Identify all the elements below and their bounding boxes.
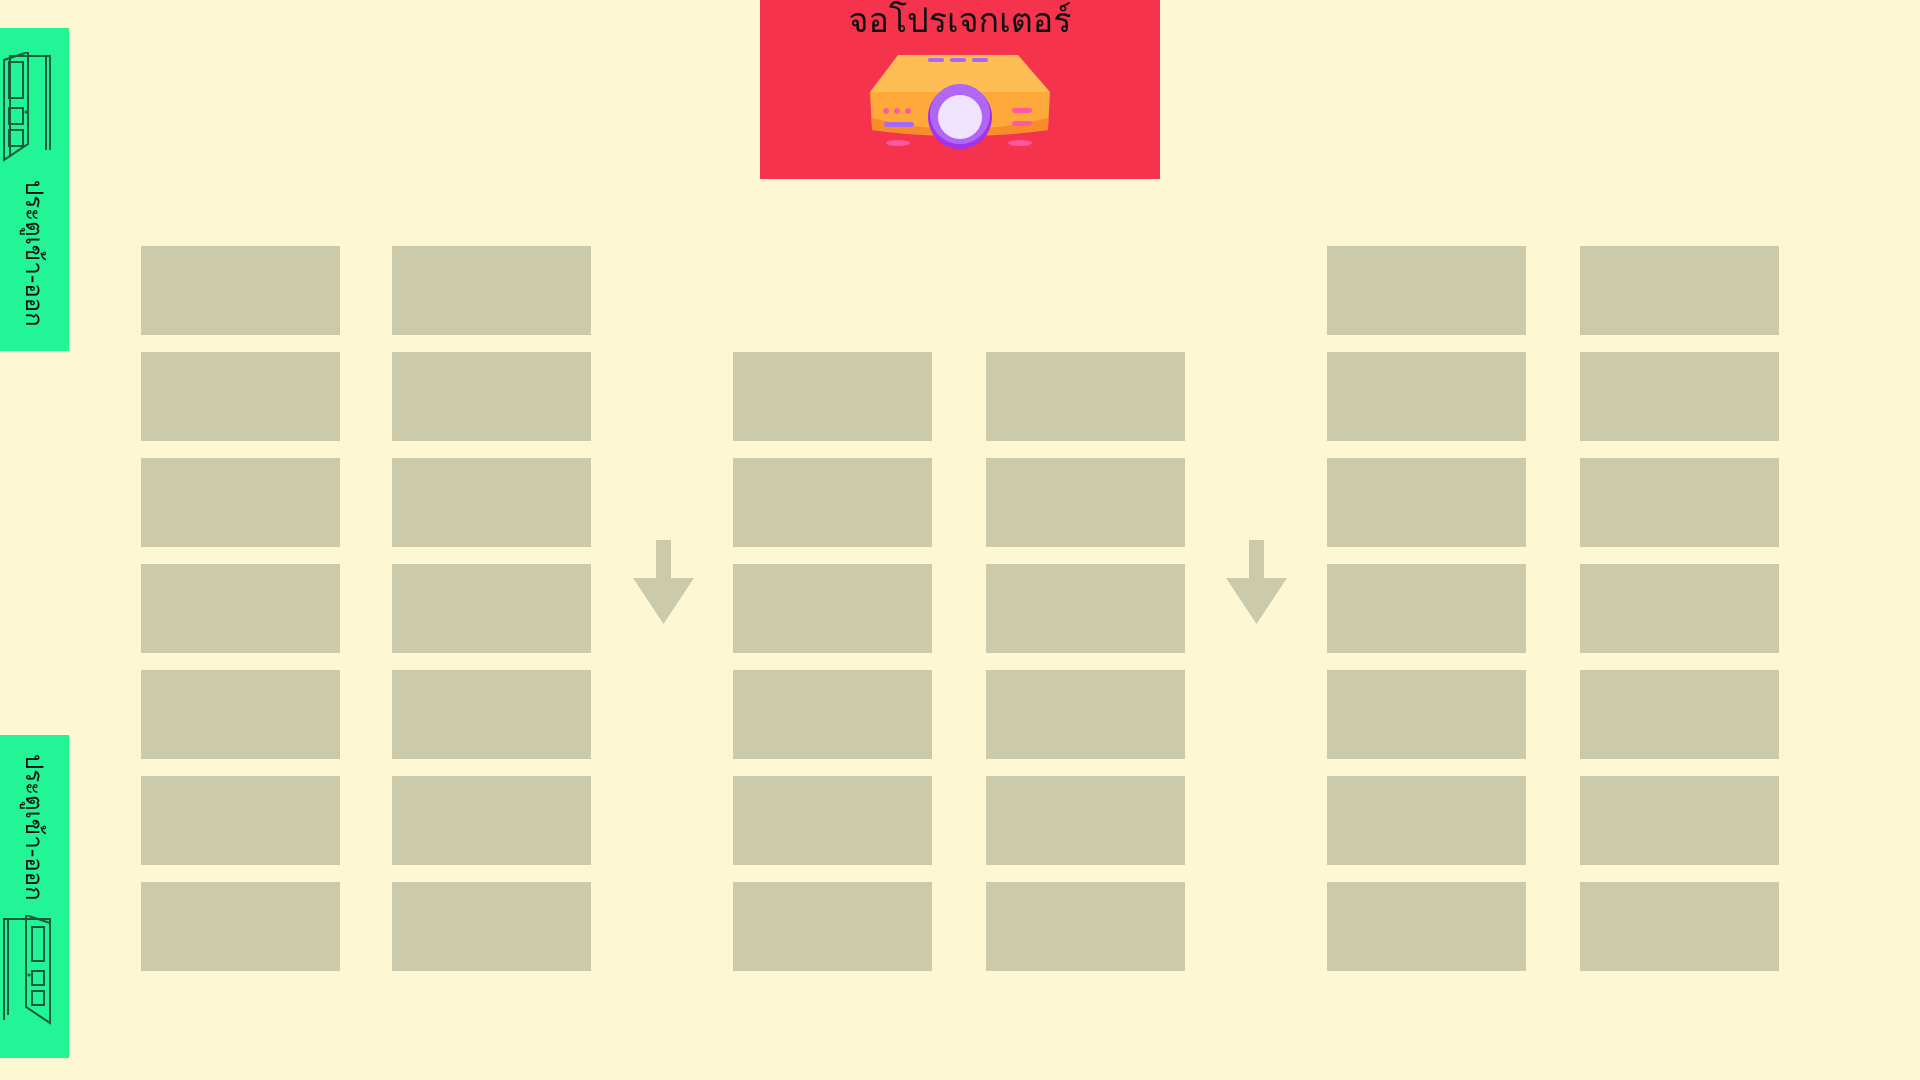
seat-right-c5-r3 <box>1327 458 1526 547</box>
seat-right-c6-r4 <box>1580 564 1779 653</box>
seat-left-c2-r7 <box>392 882 591 971</box>
seat-left-c1-r7 <box>141 882 340 971</box>
seat-right-c6-r5 <box>1580 670 1779 759</box>
door-bottom: ประตูเข้า-ออก <box>0 735 69 1058</box>
door-label: ประตูเข้า-ออก <box>20 754 48 901</box>
arrow-down-icon <box>633 540 694 624</box>
seat-center-c4-r5 <box>986 776 1185 865</box>
seat-left-c1-r4 <box>141 564 340 653</box>
seat-right-c5-r5 <box>1327 670 1526 759</box>
seat-center-c3-r5 <box>733 776 932 865</box>
seat-right-c5-r7 <box>1327 882 1526 971</box>
seat-right-c5-r1 <box>1327 246 1526 335</box>
seat-left-c1-r6 <box>141 776 340 865</box>
seat-right-c6-r6 <box>1580 776 1779 865</box>
seat-center-c3-r2 <box>733 458 932 547</box>
seat-left-c2-r1 <box>392 246 591 335</box>
seat-right-c6-r7 <box>1580 882 1779 971</box>
seat-center-c4-r4 <box>986 670 1185 759</box>
seat-right-c6-r2 <box>1580 352 1779 441</box>
door-icon <box>3 52 51 162</box>
seat-left-c2-r2 <box>392 352 591 441</box>
seat-center-c4-r2 <box>986 458 1185 547</box>
door-label: ประตูเข้า-ออก <box>20 179 48 327</box>
seat-right-c5-r6 <box>1327 776 1526 865</box>
seat-center-c3-r1 <box>733 352 932 441</box>
seat-center-c3-r4 <box>733 670 932 759</box>
projector-icon <box>870 55 1050 149</box>
seat-center-c3-r3 <box>733 564 932 653</box>
seat-right-c5-r4 <box>1327 564 1526 653</box>
seat-left-c2-r4 <box>392 564 591 653</box>
seat-left-c1-r3 <box>141 458 340 547</box>
seat-right-c6-r3 <box>1580 458 1779 547</box>
seat-left-c1-r1 <box>141 246 340 335</box>
seat-left-c1-r2 <box>141 352 340 441</box>
seat-center-c3-r6 <box>733 882 932 971</box>
projector-screen: จอโปรเจกเตอร์ <box>760 0 1160 179</box>
seat-center-c4-r6 <box>986 882 1185 971</box>
seat-left-c2-r6 <box>392 776 591 865</box>
screen-title: จอโปรเจกเตอร์ <box>848 1 1072 41</box>
seat-right-c6-r1 <box>1580 246 1779 335</box>
door-icon <box>3 915 51 1025</box>
seat-center-c4-r3 <box>986 564 1185 653</box>
seat-center-c4-r1 <box>986 352 1185 441</box>
arrow-down-icon <box>1226 540 1287 624</box>
seat-left-c1-r5 <box>141 670 340 759</box>
door-top: ประตูเข้า-ออก <box>0 28 69 351</box>
seat-left-c2-r3 <box>392 458 591 547</box>
seat-left-c2-r5 <box>392 670 591 759</box>
seat-right-c5-r2 <box>1327 352 1526 441</box>
